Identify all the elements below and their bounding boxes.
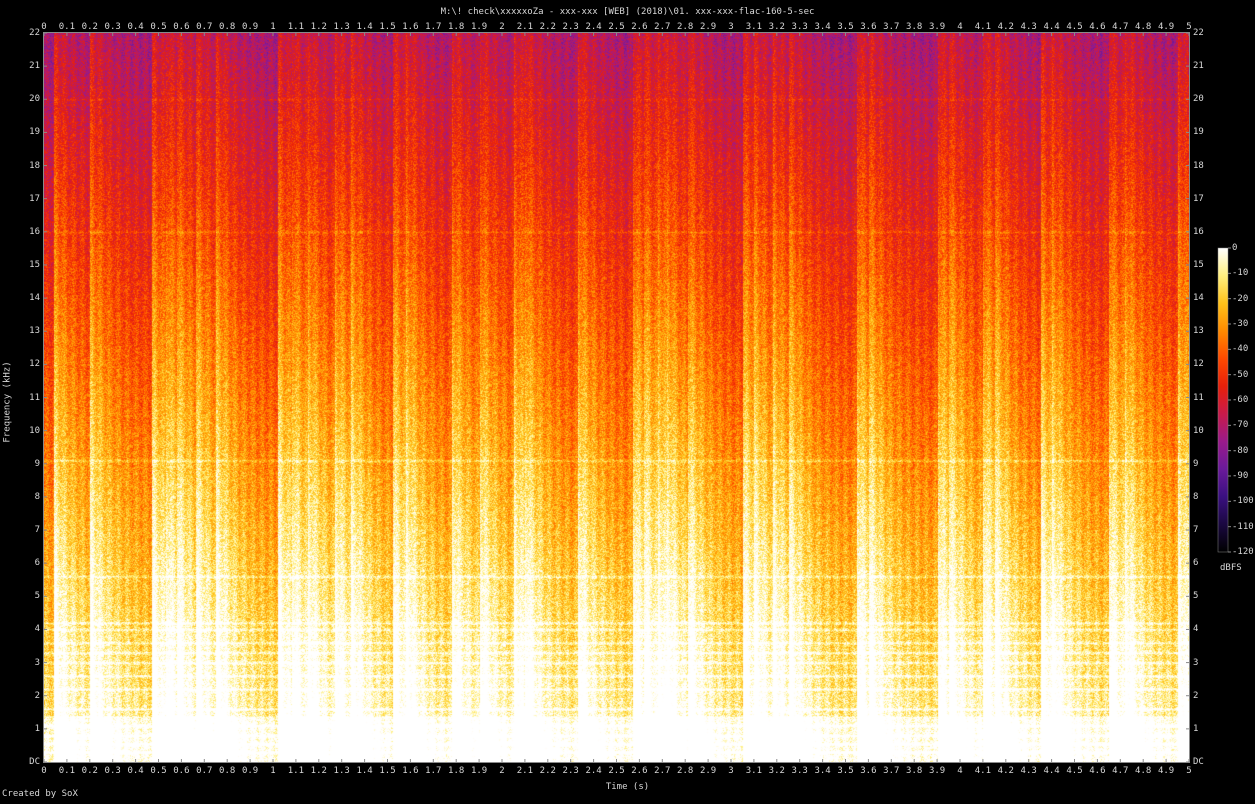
colorbar-tick-label: -60 bbox=[1232, 395, 1249, 405]
y-tick-label-left: 8 bbox=[34, 491, 40, 502]
y-tick-label-right: 9 bbox=[1193, 458, 1199, 469]
colorbar-tick-label: -90 bbox=[1232, 471, 1249, 481]
colorbar-tick-label: -50 bbox=[1232, 369, 1249, 380]
colorbar-tick-label: -120 bbox=[1232, 547, 1254, 557]
y-tick-label-right: 12 bbox=[1193, 359, 1204, 370]
y-tick-label-right: 2 bbox=[1193, 690, 1199, 701]
credit-text: Created by SoX bbox=[2, 789, 78, 799]
colorbar-tick-label: -30 bbox=[1232, 319, 1249, 329]
y-tick-label-left: 17 bbox=[29, 193, 40, 204]
y-tick-label-left: 16 bbox=[29, 226, 40, 237]
y-tick-label-left: DC bbox=[29, 757, 40, 767]
x-axis-label: Time (s) bbox=[605, 782, 650, 792]
y-tick-label-right: 17 bbox=[1193, 193, 1204, 204]
y-tick-label-left: 4 bbox=[34, 624, 40, 635]
colorbar-tick-label: -100 bbox=[1232, 496, 1254, 507]
y-tick-label-right: 5 bbox=[1193, 591, 1199, 602]
y-tick-label-right: 6 bbox=[1193, 558, 1199, 569]
y-tick-label-left: 14 bbox=[29, 293, 40, 304]
y-tick-label-left: 20 bbox=[29, 94, 40, 105]
colorbar-tick-label: -10 bbox=[1232, 268, 1249, 279]
y-tick-label-left: 19 bbox=[29, 127, 40, 138]
y-tick-label-left: 18 bbox=[29, 160, 40, 171]
y-tick-label-right: 4 bbox=[1193, 624, 1199, 635]
plot-title: M:\! check\xxxxxoZa - xxx-xxx [WEB] (201… bbox=[440, 7, 815, 17]
y-tick-label-left: 7 bbox=[34, 525, 40, 536]
y-tick-label-left: 9 bbox=[34, 458, 40, 469]
y-tick-label-left: 3 bbox=[34, 657, 40, 668]
colorbar-tick-label: -20 bbox=[1232, 293, 1249, 304]
colorbar-unit-label: dBFS bbox=[1220, 563, 1242, 573]
y-tick-label-right: 16 bbox=[1193, 226, 1204, 237]
colorbar-tick-label: -80 bbox=[1232, 445, 1249, 456]
y-tick-label-right: 22 bbox=[1193, 28, 1204, 38]
y-tick-label-right: 3 bbox=[1193, 657, 1199, 668]
colorbar-tick-label: -110 bbox=[1232, 521, 1254, 532]
y-tick-label-left: 10 bbox=[29, 425, 40, 436]
y-tick-label-right: 20 bbox=[1193, 94, 1204, 105]
y-tick-label-right: 21 bbox=[1193, 61, 1204, 72]
y-tick-label-right: 14 bbox=[1193, 293, 1204, 304]
y-tick-label-left: 6 bbox=[34, 558, 40, 569]
y-tick-label-left: 15 bbox=[29, 259, 40, 270]
spectrogram-svg bbox=[43, 32, 1231, 763]
spectrogram-figure: M:\! check\xxxxxoZa - xxx-xxx [WEB] (201… bbox=[0, 0, 1255, 800]
y-tick-label-left: 22 bbox=[29, 28, 40, 38]
x-tick-label-bottom: 5 bbox=[1186, 766, 1192, 776]
colorbar bbox=[1217, 247, 1229, 553]
y-tick-label-left: 21 bbox=[29, 61, 40, 72]
y-tick-label-left: 11 bbox=[29, 392, 40, 403]
colorbar-tick-label: -40 bbox=[1232, 344, 1249, 355]
y-tick-label-right: 8 bbox=[1193, 491, 1199, 502]
y-tick-label-left: 5 bbox=[34, 591, 40, 602]
y-tick-label-right: 13 bbox=[1193, 326, 1204, 337]
y-tick-label-right: 1 bbox=[1193, 723, 1199, 734]
y-tick-label-left: 13 bbox=[29, 326, 40, 337]
colorbar-tick-label: 0 bbox=[1232, 243, 1238, 253]
y-tick-label-right: 19 bbox=[1193, 127, 1204, 138]
y-tick-label-right: 7 bbox=[1193, 525, 1199, 536]
y-tick-label-left: 2 bbox=[34, 690, 40, 701]
spectrogram-raster bbox=[44, 33, 1189, 762]
y-tick-label-left: 12 bbox=[29, 359, 40, 370]
y-tick-label-right: 11 bbox=[1193, 392, 1204, 403]
y-tick-label-right: 18 bbox=[1193, 160, 1204, 171]
y-tick-label-right: 15 bbox=[1193, 259, 1204, 270]
colorbar-tick-label: -70 bbox=[1232, 420, 1249, 431]
y-tick-label-right: 10 bbox=[1193, 425, 1204, 436]
y-tick-label-right: DC bbox=[1193, 757, 1204, 767]
y-tick-label-left: 1 bbox=[34, 723, 40, 734]
